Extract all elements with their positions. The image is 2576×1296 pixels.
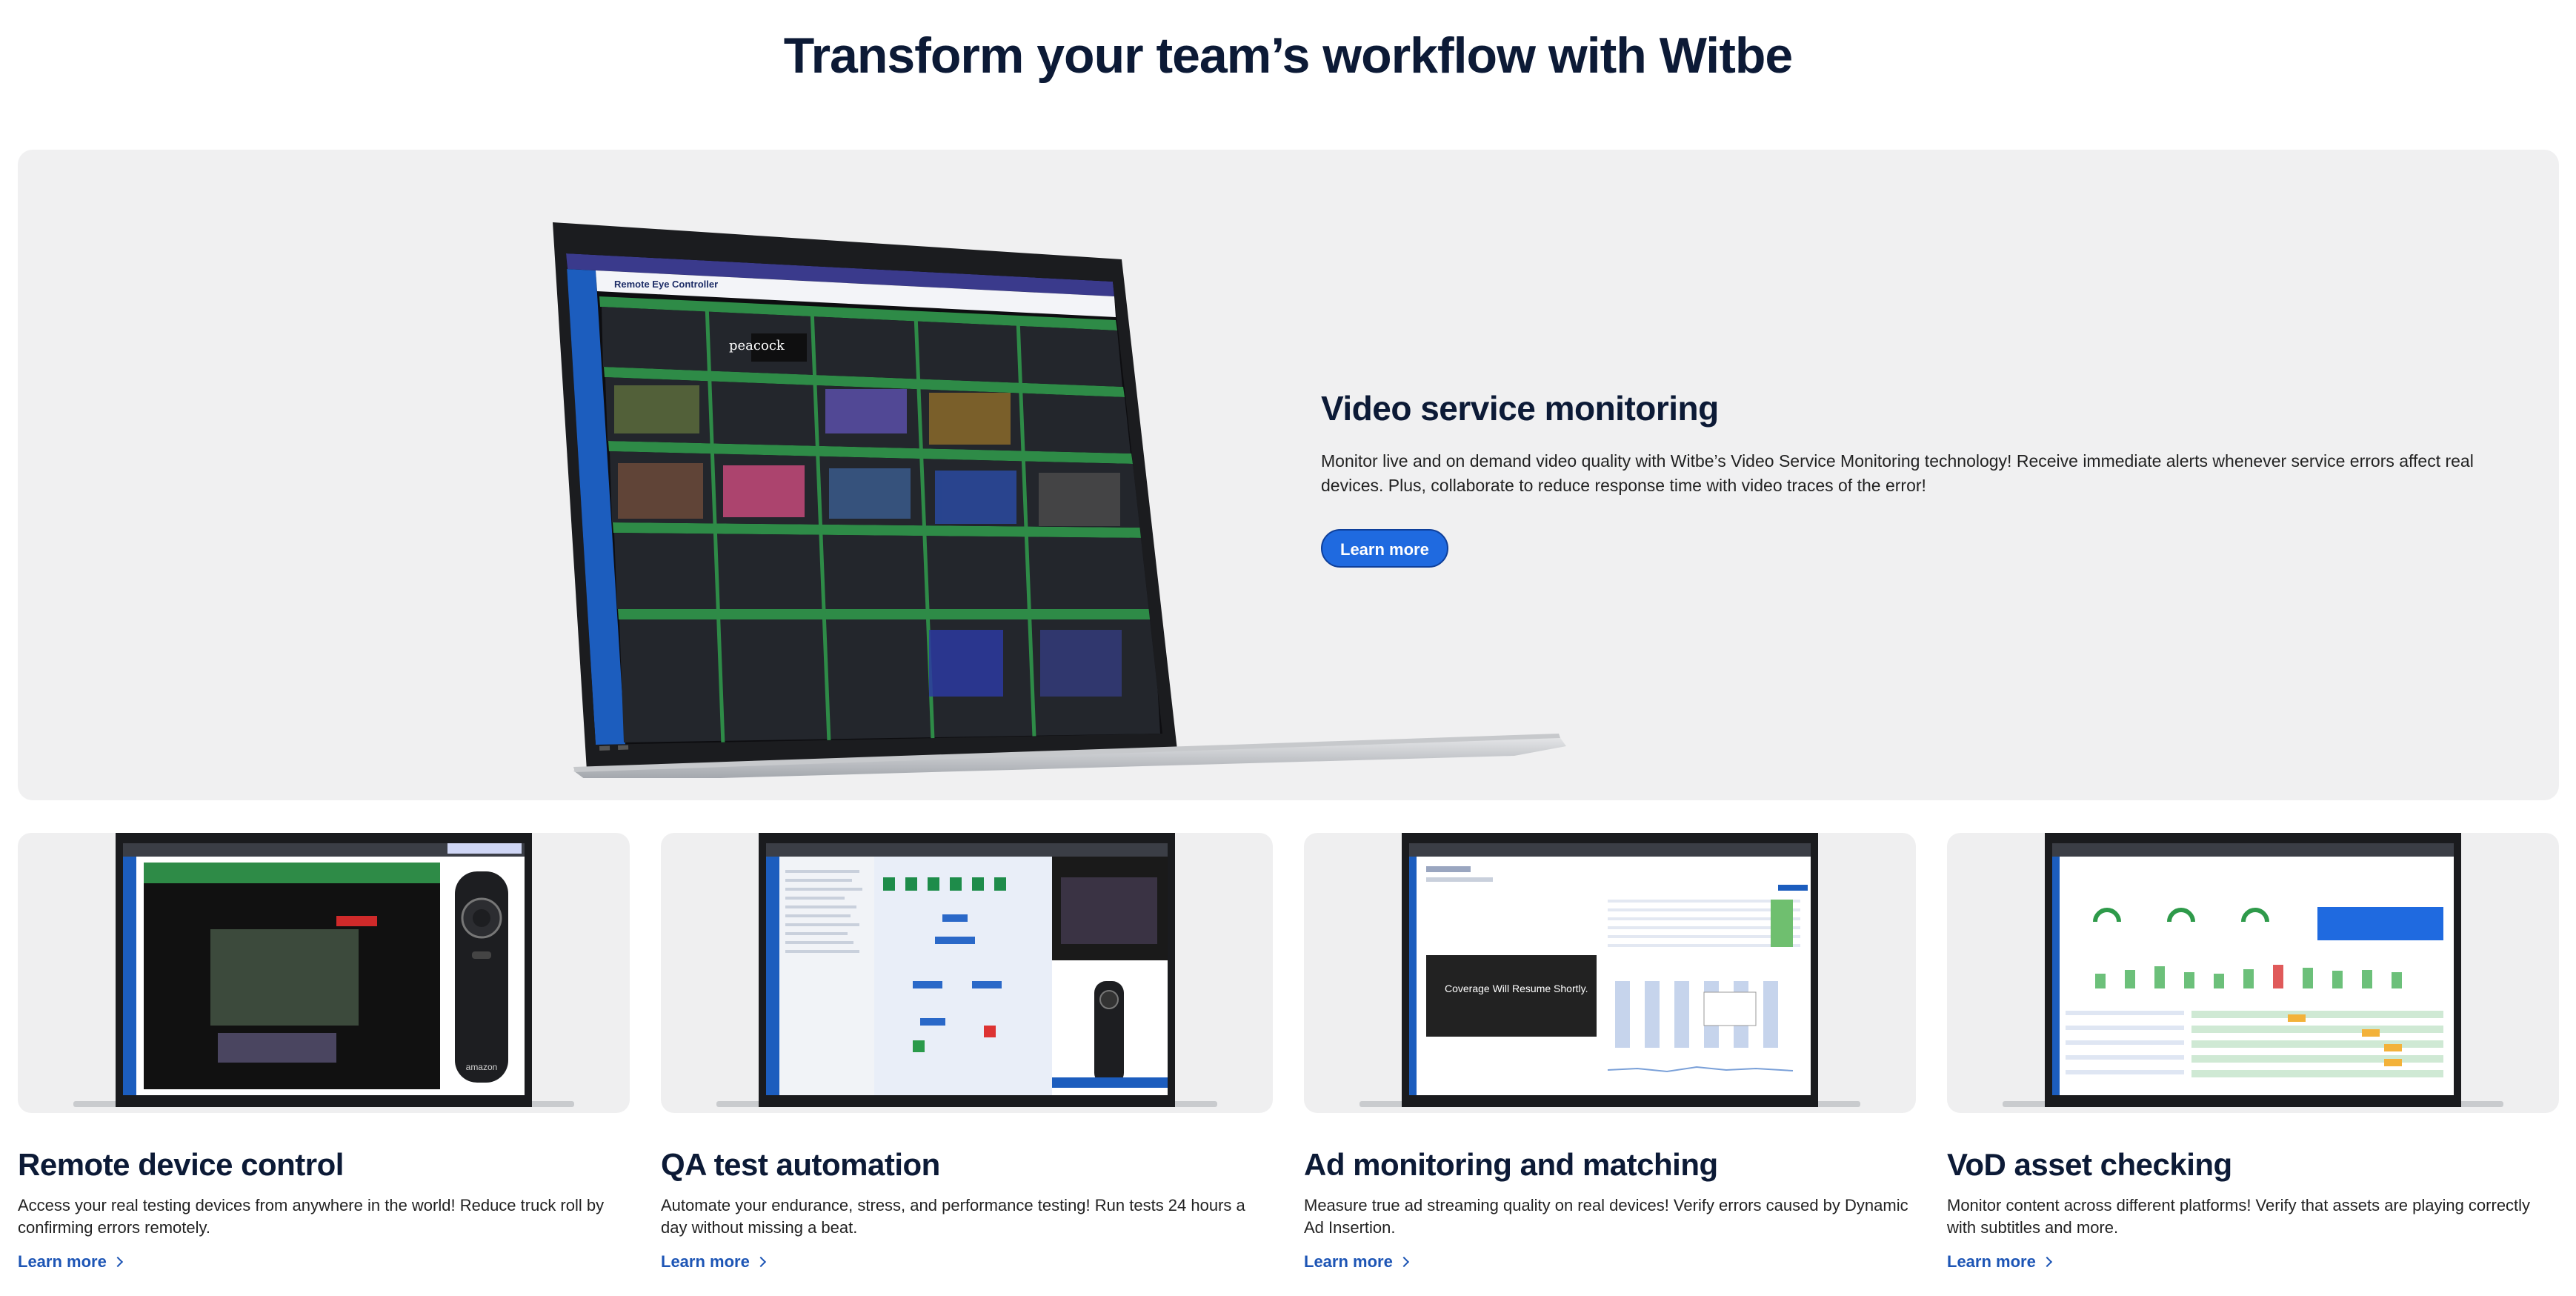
card-media: amazon — [18, 833, 630, 1113]
page-title: Transform your team’s workflow with Witb… — [783, 27, 1793, 84]
remote-control-icon: amazon — [455, 871, 508, 1083]
learn-more-link[interactable]: Learn more — [1947, 1252, 2052, 1272]
card-description: Monitor content across different platfor… — [1947, 1196, 2531, 1237]
card-ad-monitoring-and-matching: Coverage Will Resume Shortly. Ad monitor… — [1304, 833, 1916, 1272]
remote-brand-label: amazon — [466, 1062, 498, 1072]
hero-learn-more-button[interactable]: Learn more — [1321, 529, 1448, 568]
card-description: Access your real testing devices from an… — [18, 1196, 605, 1237]
hero-description: Monitor live and on demand video quality… — [1321, 451, 2474, 495]
screen-app-title: Remote Eye Controller — [614, 279, 718, 290]
chevron-right-icon — [1398, 1256, 1409, 1268]
learn-more-label: Learn more — [1947, 1252, 2036, 1271]
hero-feature-card: peacock Remote Eye Controller Video serv… — [18, 150, 2559, 800]
chevron-right-icon — [2041, 1256, 2052, 1268]
card-media: Coverage Will Resume Shortly. — [1304, 833, 1916, 1113]
hero-title: Video service monitoring — [1321, 389, 1719, 428]
learn-more-label: Learn more — [1304, 1252, 1393, 1271]
chevron-right-icon — [112, 1256, 123, 1268]
card-description: Automate your endurance, stress, and per… — [661, 1196, 1245, 1237]
card-media — [661, 833, 1273, 1113]
chevron-right-icon — [755, 1256, 766, 1268]
learn-more-label: Learn more — [18, 1252, 107, 1271]
card-description: Measure true ad streaming quality on rea… — [1304, 1196, 1908, 1237]
card-qa-test-automation: QA test automation Automate your enduran… — [661, 833, 1273, 1272]
learn-more-link[interactable]: Learn more — [661, 1252, 766, 1272]
card-title: Remote device control — [18, 1147, 344, 1182]
card-title: Ad monitoring and matching — [1304, 1147, 1718, 1182]
card-title: VoD asset checking — [1947, 1147, 2232, 1182]
card-media — [1947, 833, 2559, 1113]
learn-more-link[interactable]: Learn more — [18, 1252, 123, 1272]
learn-more-link[interactable]: Learn more — [1304, 1252, 1409, 1272]
hero-text-block: Video service monitoring Monitor live an… — [1321, 388, 2536, 568]
ad-break-message: Coverage Will Resume Shortly. — [1445, 983, 1588, 994]
learn-more-label: Learn more — [661, 1252, 750, 1271]
card-remote-device-control: amazon Remote device control Access your… — [18, 833, 630, 1272]
card-vod-asset-checking: VoD asset checking Monitor content acros… — [1947, 833, 2559, 1272]
peacock-logo-text: peacock — [729, 338, 785, 353]
card-title: QA test automation — [661, 1147, 940, 1182]
